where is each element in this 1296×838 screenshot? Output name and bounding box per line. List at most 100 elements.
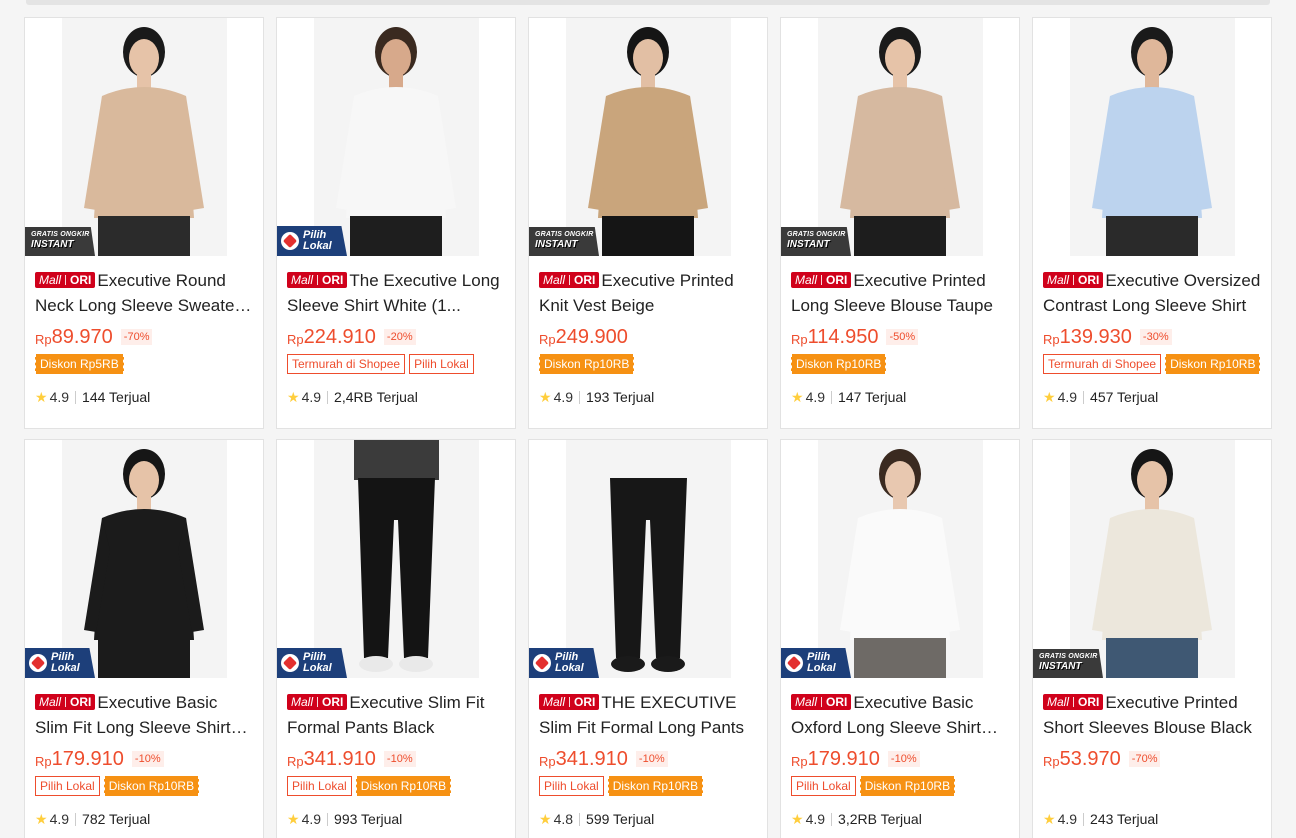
instant-shipping-badge: GRATIS ONGKIR INSTANT — [781, 227, 851, 256]
lokal-emblem-icon — [281, 232, 299, 250]
product-image[interactable]: Pilih Lokal — [277, 440, 515, 678]
star-icon: ★ — [539, 388, 552, 405]
instant-line1: GRATIS ONGKIR — [31, 231, 90, 238]
promo-tags: Diskon Rp5RB — [35, 354, 253, 374]
mall-label: Mall — [543, 695, 566, 709]
product-title[interactable]: Mall ORI Executive Basic Oxford Long Sleev… — [791, 690, 1009, 740]
price-amount: 341.910 — [555, 747, 628, 770]
product-title[interactable]: Mall ORI Executive Printed Short Sleeves B… — [1043, 690, 1261, 740]
lokal-emblem-icon — [785, 654, 803, 672]
instant-line1: GRATIS ONGKIR — [787, 231, 846, 238]
promo-tags: Pilih Lokal Diskon Rp10RB — [35, 776, 253, 796]
mall-ori-badge: Mall ORI — [35, 272, 96, 288]
mall-label: Mall — [291, 273, 314, 287]
product-image[interactable] — [1033, 18, 1271, 256]
ori-label: ORI — [70, 273, 92, 287]
promo-tag: Pilih Lokal — [287, 776, 352, 796]
product-title[interactable]: Mall ORI Executive Slim Fit Formal Pants B… — [287, 690, 505, 740]
instant-line2: INSTANT — [535, 239, 578, 250]
lokal-line2: Lokal — [555, 662, 584, 674]
product-image[interactable]: GRATIS ONGKIR INSTANT — [25, 18, 263, 256]
price-amount: 249.900 — [555, 325, 628, 348]
ori-label: ORI — [322, 695, 344, 709]
product-card-2[interactable]: Pilih Lokal Mall ORI The Executive Long Sle… — [276, 17, 516, 429]
product-title[interactable]: Mall ORI Executive Round Neck Long Sleeve … — [35, 268, 253, 318]
image-overlay-badge: GRATIS ONGKIR INSTANT — [1033, 649, 1103, 678]
price-row: Rp 341.910 -10% — [539, 747, 757, 771]
top-scroll-bar — [26, 0, 1270, 5]
ori-label: ORI — [1078, 695, 1100, 709]
product-card-8[interactable]: Pilih Lokal Mall ORI THE EXECUTIVE Slim Fit… — [528, 439, 768, 838]
product-card-6[interactable]: Pilih Lokal Mall ORI Executive Basic Slim F… — [24, 439, 264, 838]
product-photo — [566, 440, 731, 678]
mall-label: Mall — [1047, 273, 1070, 287]
product-image[interactable]: Pilih Lokal — [781, 440, 1019, 678]
mall-label: Mall — [39, 273, 62, 287]
ori-label: ORI — [826, 695, 848, 709]
mall-ori-badge: Mall ORI — [791, 694, 852, 710]
discount-badge: -70% — [1128, 751, 1161, 767]
promo-tag: Pilih Lokal — [791, 776, 856, 796]
instant-shipping-badge: GRATIS ONGKIR INSTANT — [25, 227, 95, 256]
discount-badge: -10% — [383, 751, 416, 767]
divider — [579, 390, 581, 404]
star-icon: ★ — [1043, 388, 1056, 405]
product-image[interactable]: Pilih Lokal — [277, 18, 515, 256]
rating-value: 4.9 — [49, 811, 70, 827]
star-icon: ★ — [791, 810, 804, 827]
rating-row: ★ 4.9 782 Terjual — [35, 810, 253, 828]
product-image[interactable]: Pilih Lokal — [529, 440, 767, 678]
instant-line2: INSTANT — [31, 239, 74, 250]
rating-value: 4.9 — [553, 389, 574, 405]
product-title[interactable]: Mall ORI THE EXECUTIVE Slim Fit Formal Lon… — [539, 690, 757, 740]
product-card-3[interactable]: GRATIS ONGKIR INSTANT Mall ORI Executive Pr… — [528, 17, 768, 429]
mall-label: Mall — [39, 695, 62, 709]
discount-badge: -10% — [131, 751, 164, 767]
pilih-lokal-badge: Pilih Lokal — [277, 648, 347, 678]
product-photo — [818, 18, 983, 256]
product-title[interactable]: Mall ORI The Executive Long Sleeve Shirt W… — [287, 268, 505, 318]
product-card-9[interactable]: Pilih Lokal Mall ORI Executive Basic Oxford… — [780, 439, 1020, 838]
product-card-7[interactable]: Pilih Lokal Mall ORI Executive Slim Fit For… — [276, 439, 516, 838]
sold-count: 2,4RB Terjual — [334, 389, 418, 405]
divider — [327, 812, 329, 826]
product-image[interactable]: GRATIS ONGKIR INSTANT — [529, 18, 767, 256]
currency-symbol: Rp — [791, 753, 808, 769]
divider — [1083, 390, 1085, 404]
promo-tag: Diskon Rp10RB — [103, 776, 200, 796]
product-title[interactable]: Mall ORI Executive Printed Long Sleeve Blo… — [791, 268, 1009, 318]
mall-label: Mall — [543, 273, 566, 287]
pilih-lokal-badge: Pilih Lokal — [277, 226, 347, 256]
mall-label: Mall — [795, 695, 818, 709]
mall-ori-badge: Mall ORI — [287, 694, 348, 710]
rating-row: ★ 4.9 993 Terjual — [287, 810, 505, 828]
star-icon: ★ — [287, 810, 300, 827]
product-card-1[interactable]: GRATIS ONGKIR INSTANT Mall ORI Executive Ro… — [24, 17, 264, 429]
price-amount: 114.950 — [807, 325, 879, 348]
product-title[interactable]: Mall ORI Executive Printed Knit Vest Beige — [539, 268, 757, 318]
star-icon: ★ — [791, 388, 804, 405]
product-photo — [62, 18, 227, 256]
promo-tag: Pilih Lokal — [35, 776, 100, 796]
product-card-5[interactable]: Mall ORI Executive Oversized Contrast Long… — [1032, 17, 1272, 429]
promo-tag: Diskon Rp10RB — [355, 776, 452, 796]
price-row: Rp 89.970 -70% — [35, 325, 253, 349]
price-row: Rp 139.930 -30% — [1043, 325, 1261, 349]
product-image[interactable]: GRATIS ONGKIR INSTANT — [1033, 440, 1271, 678]
product-title[interactable]: Mall ORI Executive Basic Slim Fit Long Sle… — [35, 690, 253, 740]
product-image[interactable]: GRATIS ONGKIR INSTANT — [781, 18, 1019, 256]
price-row: Rp 179.910 -10% — [35, 747, 253, 771]
rating-row: ★ 4.9 2,4RB Terjual — [287, 388, 505, 406]
rating-row: ★ 4.9 193 Terjual — [539, 388, 757, 406]
mall-label: Mall — [1047, 695, 1070, 709]
sold-count: 144 Terjual — [82, 389, 151, 405]
product-image[interactable]: Pilih Lokal — [25, 440, 263, 678]
currency-symbol: Rp — [287, 331, 304, 347]
star-icon: ★ — [539, 810, 552, 827]
product-card-10[interactable]: GRATIS ONGKIR INSTANT Mall ORI Executive Pr… — [1032, 439, 1272, 838]
product-card-4[interactable]: GRATIS ONGKIR INSTANT Mall ORI Executive Pr… — [780, 17, 1020, 429]
ori-label: ORI — [322, 273, 344, 287]
product-photo — [1070, 18, 1235, 256]
image-overlay-badge: GRATIS ONGKIR INSTANT — [25, 227, 95, 256]
product-title[interactable]: Mall ORI Executive Oversized Contrast Long… — [1043, 268, 1261, 318]
